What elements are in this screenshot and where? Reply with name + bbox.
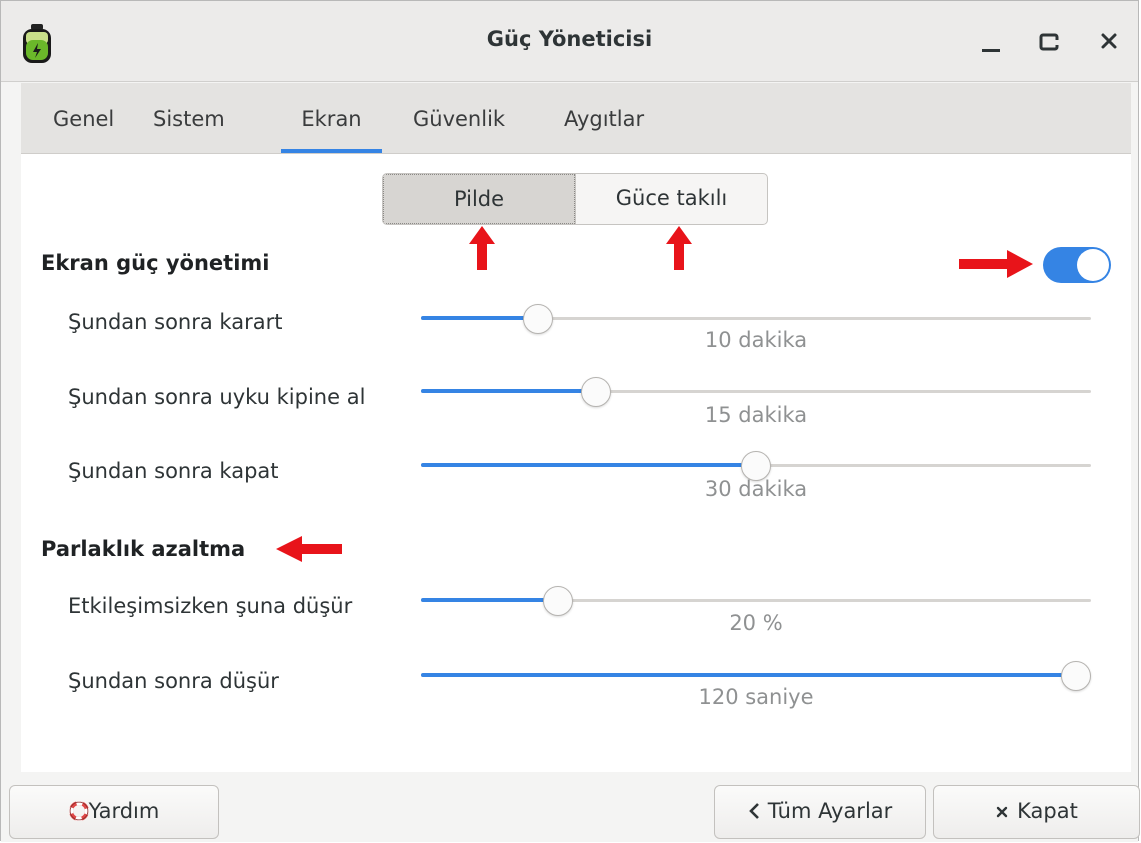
brightness-reduction-heading: Parlaklık azaltma — [41, 537, 246, 561]
tab-aygitlar[interactable]: Aygıtlar — [564, 107, 644, 153]
up-arrow-annotation-icon — [469, 226, 495, 270]
slider-fill — [421, 463, 756, 467]
slider-fill — [421, 389, 596, 393]
reduce-after-value: 120 saniye — [698, 685, 814, 709]
sleep-after-label: Şundan sonra uyku kipine al — [68, 385, 366, 409]
tab-guvenlik[interactable]: Güvenlik — [413, 107, 505, 153]
close-x-icon — [996, 806, 1008, 818]
reduce-after-label: Şundan sonra düşür — [68, 669, 279, 693]
power-manager-window: Güç Yöneticisi Genel Sistem Ekran Güvenl… — [0, 0, 1140, 842]
toggle-knob — [1077, 249, 1109, 281]
help-button[interactable]: Yardım — [9, 785, 219, 839]
display-power-toggle[interactable] — [1043, 247, 1111, 283]
chevron-left-icon — [748, 803, 759, 819]
slider-fill — [421, 598, 558, 602]
left-arrow-annotation-icon — [276, 536, 342, 562]
plugged-in-button[interactable]: Güce takılı — [575, 174, 767, 224]
close-button[interactable]: Kapat — [933, 785, 1140, 839]
tab-bar: Genel Sistem Ekran Güvenlik Aygıtlar — [21, 83, 1131, 154]
window-title: Güç Yöneticisi — [486, 27, 653, 51]
close-label: Kapat — [1017, 799, 1078, 823]
all-settings-button[interactable]: Tüm Ayarlar — [714, 785, 926, 839]
close-icon[interactable] — [1095, 27, 1125, 57]
maximize-icon[interactable] — [1035, 27, 1065, 57]
slider-fill — [421, 316, 539, 320]
on-battery-button[interactable]: Pilde — [383, 174, 575, 224]
display-settings-panel: Pilde Güce takılı Ekran güç yönetimi Şun… — [21, 154, 1131, 772]
help-label: Yardım — [88, 799, 160, 823]
off-after-value: 30 dakika — [704, 477, 808, 501]
power-source-switcher: Pilde Güce takılı — [382, 173, 768, 225]
sleep-after-value: 15 dakika — [704, 403, 808, 427]
dim-after-label: Şundan sonra karart — [68, 310, 283, 334]
up-arrow-annotation-icon — [666, 226, 692, 270]
dim-after-value: 10 dakika — [704, 328, 808, 352]
slider-fill — [421, 673, 1076, 677]
right-arrow-annotation-icon — [959, 250, 1033, 278]
tab-genel[interactable]: Genel — [53, 107, 114, 153]
tab-ekran[interactable]: Ekran — [281, 107, 382, 153]
title-bar: Güç Yöneticisi — [1, 1, 1138, 82]
off-after-label: Şundan sonra kapat — [68, 459, 279, 483]
tab-sistem[interactable]: Sistem — [153, 107, 225, 153]
display-power-heading: Ekran güç yönetimi — [41, 251, 270, 275]
all-settings-label: Tüm Ayarlar — [767, 799, 893, 823]
reduce-to-value: 20 % — [729, 611, 783, 635]
minimize-icon[interactable] — [977, 27, 1007, 57]
dialog-action-bar: Yardım Tüm Ayarlar Kapat — [1, 773, 1140, 842]
reduce-to-label: Etkileşimsizken şuna düşür — [68, 594, 353, 618]
lifebuoy-icon — [68, 801, 89, 821]
